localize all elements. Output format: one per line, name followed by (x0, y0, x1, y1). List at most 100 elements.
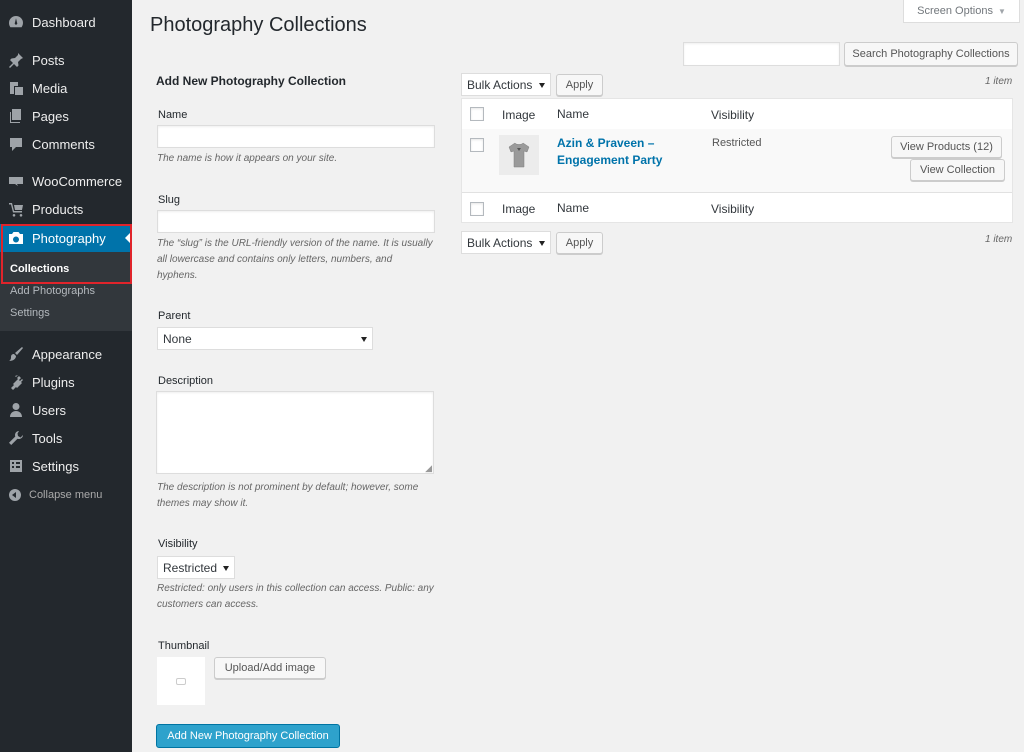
column-header-image: Image (502, 108, 536, 122)
collections-table: Image Name Visibility Azin & Praveen – E… (461, 98, 1013, 223)
collection-thumbnail (499, 135, 539, 175)
menu-photography[interactable]: Photography (0, 224, 132, 252)
chevron-down-icon (539, 82, 545, 88)
upload-image-button[interactable]: Upload/Add image (214, 657, 326, 679)
view-products-button[interactable]: View Products (12) (891, 136, 1002, 158)
item-count-top: 1 item (985, 76, 1013, 87)
submenu-collections[interactable]: Collections (10, 263, 69, 275)
woocommerce-icon (8, 173, 24, 189)
menu-settings[interactable]: Settings (0, 452, 132, 480)
menu-label: Comments (32, 136, 95, 152)
wrench-icon (8, 430, 24, 446)
dashboard-icon (8, 14, 24, 30)
column-footer-image: Image (502, 202, 536, 216)
bulk-actions-value: Bulk Actions (467, 235, 533, 250)
thumbnail-label: Thumbnail (158, 640, 210, 652)
resize-handle-icon[interactable]: ◢ (425, 464, 432, 473)
menu-plugins[interactable]: Plugins (0, 368, 132, 396)
menu-users[interactable]: Users (0, 396, 132, 424)
camera-icon (8, 230, 24, 246)
slug-field[interactable] (157, 210, 435, 233)
collection-name-link[interactable]: Azin & Praveen – Engagement Party (557, 135, 687, 169)
thumbnail-preview (157, 657, 205, 705)
submenu-settings[interactable]: Settings (10, 307, 50, 319)
plugin-icon (8, 374, 24, 390)
menu-label: Tools (32, 430, 63, 446)
select-all-checkbox[interactable] (470, 107, 484, 121)
visibility-help-line2: customers can access. (157, 599, 259, 610)
menu-pages[interactable]: Pages (0, 102, 132, 130)
row-divider (462, 192, 1012, 193)
menu-dashboard[interactable]: Dashboard (0, 8, 132, 36)
collapse-menu-button[interactable]: Collapse menu (0, 484, 132, 506)
menu-label: Photography (32, 230, 106, 246)
menu-label: Users (32, 402, 66, 418)
menu-label: Posts (32, 52, 65, 68)
description-textarea[interactable]: ◢ (156, 391, 434, 474)
description-label: Description (158, 375, 214, 387)
apply-button-top[interactable]: Apply (556, 74, 603, 96)
bulk-actions-select-top[interactable]: Bulk Actions (461, 73, 551, 96)
slug-help-line2: all lowercase and contains only letters,… (157, 254, 393, 265)
visibility-label: Visibility (158, 538, 198, 550)
menu-posts[interactable]: Posts (0, 46, 132, 74)
description-help-line1: The description is not prominent by defa… (157, 482, 419, 493)
media-icon (8, 80, 24, 96)
visibility-select[interactable]: Restricted (157, 556, 235, 579)
chevron-down-icon (361, 336, 367, 342)
slug-help-line1: The “slug” is the URL-friendly version o… (157, 238, 433, 249)
menu-label: Pages (32, 108, 69, 124)
menu-label: Settings (32, 458, 79, 474)
chevron-down-icon (539, 240, 545, 246)
menu-label: Dashboard (32, 14, 96, 30)
settings-icon (8, 458, 24, 474)
bulk-actions-select-bottom[interactable]: Bulk Actions (461, 231, 551, 254)
brush-icon (8, 346, 24, 362)
screen-options-button[interactable]: Screen Options ▼ (903, 0, 1020, 23)
form-heading: Add New Photography Collection (156, 74, 347, 88)
column-footer-name[interactable]: Name (557, 201, 589, 215)
select-all-checkbox-footer[interactable] (470, 202, 484, 216)
menu-woocommerce[interactable]: WooCommerce (0, 167, 132, 195)
tshirt-icon (508, 142, 530, 168)
name-help: The name is how it appears on your site. (157, 153, 338, 164)
comment-icon (8, 136, 24, 152)
menu-label: Plugins (32, 374, 75, 390)
name-field[interactable] (157, 125, 435, 148)
collection-name-line1: Azin & Praveen – (557, 136, 655, 150)
column-header-name[interactable]: Name (557, 107, 589, 121)
menu-label: WooCommerce (32, 173, 123, 189)
parent-select-value: None (163, 331, 192, 346)
column-header-visibility: Visibility (711, 108, 755, 122)
submenu-add-photographs[interactable]: Add Photographs (10, 285, 95, 297)
image-placeholder-icon (176, 677, 186, 685)
menu-label: Products (32, 201, 84, 217)
collapse-icon (9, 489, 21, 501)
menu-tools[interactable]: Tools (0, 424, 132, 452)
name-label: Name (158, 109, 188, 121)
menu-media[interactable]: Media (0, 74, 132, 102)
apply-button-bottom[interactable]: Apply (556, 232, 603, 254)
menu-label: Appearance (32, 346, 103, 362)
menu-appearance[interactable]: Appearance (0, 340, 132, 368)
page-title: Photography Collections (150, 14, 367, 36)
item-count-bottom: 1 item (985, 234, 1013, 245)
parent-select[interactable]: None (157, 327, 373, 350)
menu-products[interactable]: Products (0, 195, 132, 223)
row-checkbox[interactable] (470, 138, 484, 152)
slug-help-line3: hyphens. (157, 270, 198, 281)
active-menu-arrow (125, 233, 130, 243)
search-button[interactable]: Search Photography Collections (844, 42, 1018, 66)
search-input[interactable] (683, 42, 840, 66)
user-icon (8, 402, 24, 418)
collection-visibility: Restricted (712, 137, 762, 149)
visibility-select-value: Restricted (163, 560, 218, 575)
chevron-down-icon (223, 565, 229, 571)
chevron-down-icon: ▼ (997, 6, 1006, 16)
menu-comments[interactable]: Comments (0, 130, 132, 158)
view-collection-button[interactable]: View Collection (910, 159, 1005, 181)
description-help-line2: themes may show it. (157, 498, 249, 509)
add-collection-button[interactable]: Add New Photography Collection (156, 724, 340, 748)
screen-options-label: Screen Options (917, 5, 993, 17)
pages-icon (8, 108, 24, 124)
